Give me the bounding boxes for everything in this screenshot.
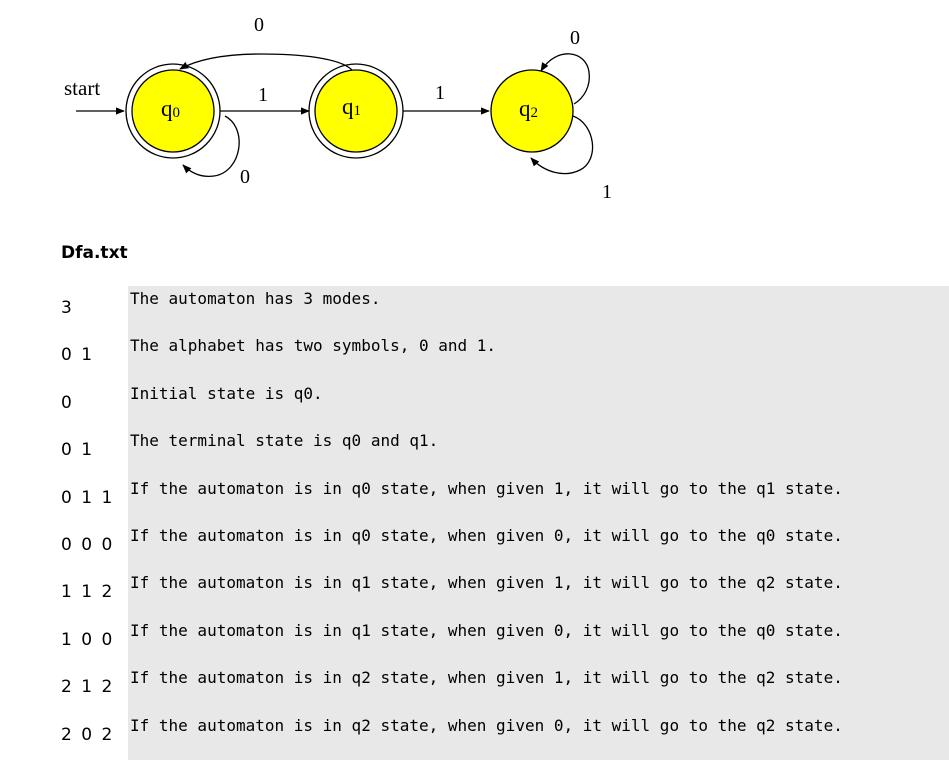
edge-q0-q1-label: 1 [258, 84, 268, 106]
dfa-state-diagram: start q0 q1 q2 1 0 0 1 0 1 [64, 14, 612, 203]
row-comment: The alphabet has two symbols, 0 and 1. [128, 333, 949, 381]
row-code: 0 1 [61, 440, 95, 461]
file-row: 3 The automaton has 3 modes. [0, 286, 949, 334]
row-comment: Initial state is q0. [128, 380, 949, 429]
state-q0: q0 [125, 63, 221, 159]
row-comment: The automaton has 3 modes. [128, 286, 949, 334]
state-q2: q2 [490, 69, 574, 153]
row-code: 0 1 [61, 345, 95, 366]
row-comment: The terminal state is q0 and q1. [128, 428, 949, 476]
file-row: 0 0 0 If the automaton is in q0 state, w… [0, 522, 949, 571]
row-code: 1 0 0 [61, 629, 115, 650]
edge-q1-q0-label: 0 [254, 14, 264, 36]
row-code: 0 0 0 [61, 534, 115, 555]
row-code: 0 [61, 392, 74, 413]
row-code: 2 0 2 [61, 724, 115, 745]
edge-q1-q0 [179, 53, 353, 71]
file-row: 0 1 1 If the automaton is in q0 state, w… [0, 475, 949, 523]
row-comment: If the automaton is in q2 state, when gi… [128, 665, 949, 713]
file-row: 0 1 The terminal state is q0 and q1. [0, 428, 949, 476]
row-comment: If the automaton is in q0 state, when gi… [128, 522, 949, 571]
start-label: start [64, 76, 100, 100]
file-row: 1 1 2 If the automaton is in q1 state, w… [0, 570, 949, 618]
file-row: 0 1 The alphabet has two symbols, 0 and … [0, 333, 949, 381]
row-code: 1 1 2 [61, 582, 115, 603]
edge-q2-self-1-label: 1 [602, 181, 612, 203]
edge-q2-self-0-label: 0 [570, 27, 580, 49]
edge-q1-q2-label: 1 [435, 82, 445, 104]
file-row: 2 1 2 If the automaton is in q2 state, w… [0, 665, 949, 713]
file-title: Dfa.txt [61, 243, 128, 263]
state-q1: q1 [308, 63, 404, 159]
file-row: 1 0 0 If the automaton is in q1 state, w… [0, 617, 949, 666]
row-comment: If the automaton is in q2 state, when gi… [128, 712, 949, 760]
row-comment: If the automaton is in q0 state, when gi… [128, 475, 949, 523]
row-comment: If the automaton is in q1 state, when gi… [128, 570, 949, 618]
row-code: 3 [61, 298, 74, 318]
file-row: 0 Initial state is q0. [0, 380, 949, 429]
file-content: 3 The automaton has 3 modes. 0 1 The alp… [0, 286, 949, 760]
row-code: 0 1 1 [61, 487, 115, 508]
edge-q0-self-label: 0 [240, 166, 250, 188]
row-code: 2 1 2 [61, 677, 115, 698]
file-row: 2 0 2 If the automaton is in q2 state, w… [0, 712, 949, 760]
row-comment: If the automaton is in q1 state, when gi… [128, 617, 949, 666]
